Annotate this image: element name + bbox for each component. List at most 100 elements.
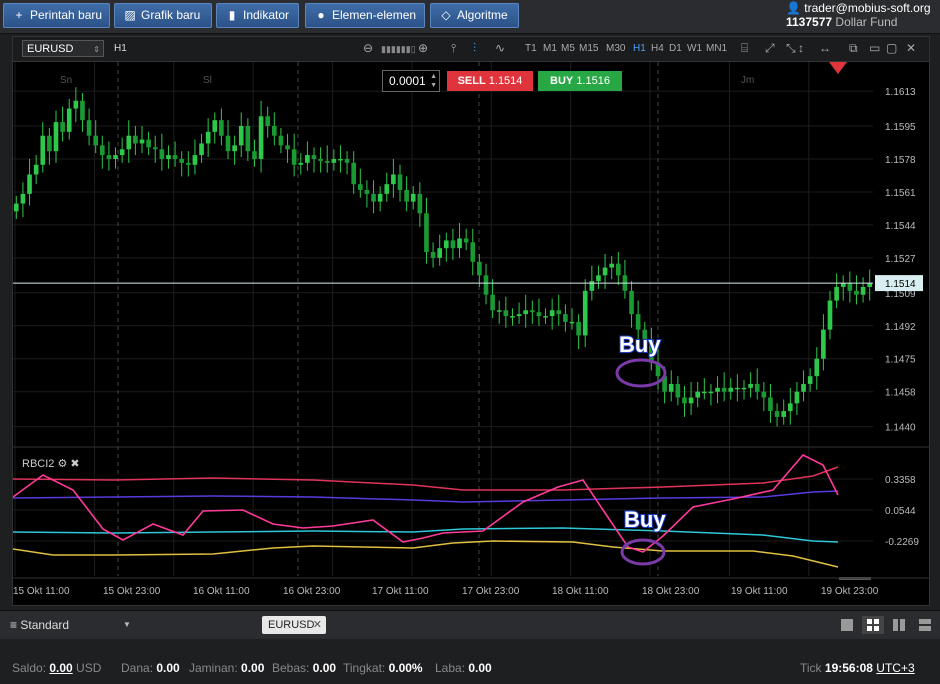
x-tick-label: 17 Okt 23:00 (462, 586, 520, 597)
candle-body (404, 190, 409, 202)
trendline-icon[interactable]: ⤢ (765, 41, 775, 56)
candle-body (53, 122, 59, 152)
indicator-button[interactable]: ▮ Indikator (216, 3, 299, 28)
zoom-out-icon[interactable]: ⊖ (363, 41, 373, 55)
session-label: Sn (60, 75, 73, 86)
candle-body (443, 240, 449, 249)
indicator-label: Indikator (243, 8, 290, 22)
candle-body (450, 240, 456, 249)
candle-body (391, 174, 396, 185)
elements-button[interactable]: ● Elemen-elemen (305, 3, 425, 28)
layout-grid-icon[interactable] (862, 616, 884, 634)
layout-single-icon[interactable] (836, 616, 858, 634)
vertical-scale-icon[interactable]: ↕ (798, 41, 804, 55)
timeframe-w1[interactable]: W1 (687, 43, 702, 54)
layout-select[interactable]: ≡ Standard (10, 618, 69, 632)
popout-icon[interactable]: ⧉ (849, 41, 858, 56)
candle-body (715, 387, 720, 392)
spinner-icon[interactable]: ▲ ▼ (430, 72, 437, 90)
auto-scroll-icon[interactable]: ⤡ (786, 41, 796, 56)
candle-body (324, 160, 330, 163)
tab-eurusd[interactable]: EURUSD ✕ (262, 616, 326, 634)
timeframe-h1[interactable]: H1 (633, 43, 646, 54)
candle-body (265, 116, 271, 126)
indicator-tick-label: -0.2269 (885, 537, 919, 548)
menu-icon: ≡ (10, 618, 18, 632)
line-chart-type-icon[interactable]: ∿ (495, 41, 505, 55)
status-bar: Saldo: 0.00 USD Dana: 0.00 Jaminan: 0.00… (0, 646, 940, 684)
indicator-settings-icon[interactable]: ⚙ (57, 458, 67, 470)
candle-body (543, 316, 548, 318)
bar-chart-type-icon[interactable]: ⫯ (451, 41, 456, 56)
symbol-value: EURUSD (27, 43, 74, 55)
candle-body (437, 248, 443, 258)
candle-body (741, 387, 747, 390)
price-tick-label: 1.1561 (885, 188, 916, 199)
timeframe-t1[interactable]: T1 (525, 43, 537, 54)
shapes-icon: ● (317, 8, 325, 22)
price-tick-label: 1.1527 (885, 254, 916, 265)
new-chart-button[interactable]: ▨ Grafik baru (114, 3, 212, 28)
candle-body (159, 149, 165, 159)
candle-body (629, 290, 634, 315)
timeframe-h4[interactable]: H4 (651, 43, 664, 54)
candle-chart-type-icon[interactable]: ⫶ (473, 41, 476, 56)
candle-body (728, 387, 734, 392)
candle-body (371, 193, 376, 202)
candle-body (430, 252, 436, 258)
new-chart-label: Grafik baru (141, 8, 201, 22)
candle-body (245, 126, 251, 152)
elements-label: Elemen-elemen (332, 8, 417, 22)
candle-body (457, 238, 462, 249)
draw-tools-icon[interactable]: ⌸ (741, 41, 748, 56)
timeframe-m30[interactable]: M30 (606, 43, 625, 54)
layout-rows-icon[interactable] (914, 616, 936, 634)
symbol-select[interactable]: EURUSD ⇕ (22, 40, 104, 57)
candle-body (860, 286, 866, 295)
candle-body (13, 203, 19, 212)
candle-body (40, 135, 46, 165)
new-order-button[interactable]: + Perintah baru (3, 3, 110, 28)
zoom-in-icon[interactable]: ⊕ (418, 41, 428, 55)
horizontal-scale-icon[interactable]: ↔ (819, 41, 831, 55)
zoom-slider[interactable]: ▮▮▮▮▮▮▯ (381, 44, 416, 55)
candle-body (867, 283, 873, 287)
candle-body (563, 314, 568, 322)
candle-body (252, 151, 257, 159)
account-info[interactable]: 👤 trader@mobius-soft.org 1137577 Dollar … (786, 1, 934, 29)
current-price-label: 1.1514 (885, 279, 916, 290)
candle-body (754, 383, 760, 392)
minimize-icon[interactable]: ▭ (869, 41, 880, 55)
layout-columns-icon[interactable] (888, 616, 910, 634)
lot-step-input[interactable]: 0.0001 ▲ ▼ (382, 70, 440, 92)
candle-body (569, 321, 575, 324)
chart-plot[interactable]: 1.1613 1.1595 1.1578 1.1561 1.1544 1.1527 1.15… (13, 62, 929, 606)
indicator-close-icon[interactable]: ✖ (70, 458, 79, 470)
candle-body (106, 155, 112, 159)
candle-body (271, 126, 277, 136)
timeframe-m1[interactable]: M1 (543, 43, 557, 54)
candle-body (834, 286, 839, 301)
candle-body (113, 155, 118, 159)
maximize-icon[interactable]: ▢ (886, 41, 897, 55)
candle-body (801, 383, 806, 392)
candle-body (384, 184, 390, 194)
new-order-label: Perintah baru (30, 8, 103, 22)
candle-body (516, 314, 522, 317)
timeframe-m5[interactable]: M5 (561, 43, 575, 54)
chevron-down-icon[interactable]: ▼ (123, 620, 131, 629)
timeframe-mn1[interactable]: MN1 (706, 43, 727, 54)
timeframe-m15[interactable]: M15 (579, 43, 598, 54)
algorithm-button[interactable]: ◇ Algoritme (430, 3, 519, 28)
sell-button[interactable]: SELL 1.1514 (447, 71, 533, 91)
buy-button[interactable]: BUY 1.1516 (538, 71, 622, 91)
candle-body (701, 391, 707, 394)
tab-close-icon[interactable]: ✕ (313, 616, 322, 634)
close-icon[interactable]: ✕ (906, 41, 916, 55)
candle-body (536, 312, 542, 317)
timeframe-d1[interactable]: D1 (669, 43, 682, 54)
price-tick-label: 1.1475 (885, 355, 916, 366)
candle-body (688, 397, 694, 404)
candle-body (827, 300, 833, 330)
candle-body (721, 387, 727, 392)
